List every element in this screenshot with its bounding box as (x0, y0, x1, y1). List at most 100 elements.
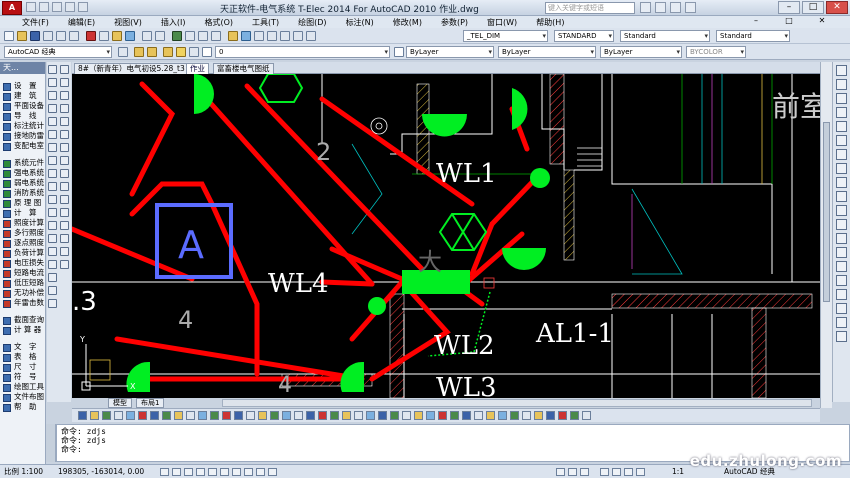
toolbar-icon-2[interactable] (90, 411, 99, 420)
menu-item-wires[interactable]: 导 线 (0, 111, 45, 121)
menu-item-system-elements[interactable]: 系统元件 (0, 158, 45, 168)
toolbar-icon-38[interactable] (522, 411, 531, 420)
menu-item-table[interactable]: 表 格 (0, 352, 45, 362)
match-properties-icon[interactable] (125, 31, 135, 41)
annotation-scale[interactable]: 1:1 (672, 465, 684, 478)
menu-item-load-calc[interactable]: 负荷计算 (0, 248, 45, 258)
showmotion-icon[interactable] (636, 468, 645, 476)
move-tool-icon[interactable] (60, 130, 69, 139)
mirror-tool-icon[interactable] (60, 91, 69, 100)
otrack-icon[interactable] (220, 468, 229, 476)
zoom-window-icon[interactable] (198, 31, 208, 41)
tab-layout1[interactable]: 布局1 (136, 398, 165, 408)
help-icon[interactable] (306, 31, 316, 41)
menu-item-section-query[interactable]: 截面查询 (0, 315, 45, 325)
menu-item-annotation[interactable]: 标注统计 (0, 121, 45, 131)
publish-icon[interactable] (69, 31, 79, 41)
dim-style-select[interactable]: STANDARD (554, 30, 614, 42)
osnap-endpoint-icon[interactable] (836, 65, 847, 76)
toolbar-icon-17[interactable] (270, 411, 279, 420)
revcloud-tool-icon[interactable] (48, 156, 57, 165)
zoom-status-icon[interactable] (612, 468, 621, 476)
redo-icon[interactable] (155, 31, 165, 41)
layer-on-icon[interactable] (163, 47, 173, 57)
from-icon[interactable] (836, 289, 847, 300)
menu-item-reactive-comp[interactable]: 无功补偿 (0, 288, 45, 298)
chamfer-tool-icon[interactable] (60, 234, 69, 243)
menu-dimension[interactable]: 标注(N) (346, 17, 374, 28)
ducs-icon[interactable] (232, 468, 241, 476)
toolbar-icon-43[interactable] (582, 411, 591, 420)
point-filter-icon[interactable] (836, 317, 847, 328)
osnap-none-icon[interactable] (836, 247, 847, 258)
toolbar-icon-30[interactable] (426, 411, 435, 420)
quick-view-drawings-icon[interactable] (580, 468, 589, 476)
menu-item-help[interactable]: 帮 助 (0, 402, 45, 412)
text-style-select[interactable]: _TEL_DIM (463, 30, 548, 42)
rectangle-tool-icon[interactable] (48, 117, 57, 126)
menu-draw[interactable]: 绘图(D) (298, 17, 326, 28)
menu-item-grounding[interactable]: 接地防雷 (0, 131, 45, 141)
toolbar-icon-8[interactable] (162, 411, 171, 420)
menu-modify[interactable]: 修改(M) (393, 17, 422, 28)
mtext-tool-icon[interactable] (48, 299, 57, 308)
menu-item-lightning-strikes[interactable]: 年雷击数 (0, 298, 45, 308)
menu-item-point-illuminance[interactable]: 逐点照度 (0, 238, 45, 248)
join-tool-icon[interactable] (60, 221, 69, 230)
toolbar-icon-36[interactable] (498, 411, 507, 420)
menu-item-building[interactable]: 建 筑 (0, 91, 45, 101)
toolbar-icon-41[interactable] (558, 411, 567, 420)
toolbar-icon-23[interactable] (342, 411, 351, 420)
zoom-previous-icon[interactable] (211, 31, 221, 41)
circle-tool-icon[interactable] (48, 143, 57, 152)
new-icon[interactable] (4, 31, 14, 41)
menu-item-drawing-tools[interactable]: 绘图工具 (0, 382, 45, 392)
toolbar-icon-32[interactable] (450, 411, 459, 420)
design-center-icon[interactable] (241, 31, 251, 41)
save-icon[interactable] (52, 2, 62, 12)
osnap-midpoint-icon[interactable] (836, 79, 847, 90)
layer-properties-icon[interactable] (134, 47, 144, 57)
help-icon[interactable] (685, 2, 696, 13)
trim-tool-icon[interactable] (60, 182, 69, 191)
toolbar-icon-19[interactable] (294, 411, 303, 420)
menu-item-weak-system[interactable]: 弱电系统 (0, 178, 45, 188)
osnap-node-icon[interactable] (836, 219, 847, 230)
open-file-icon[interactable] (39, 2, 49, 12)
menu-item-lv-short-circuit[interactable]: 低压短路 (0, 278, 45, 288)
toolbar-icon-39[interactable] (534, 411, 543, 420)
menu-item-multi-illuminance[interactable]: 多行照度 (0, 228, 45, 238)
erase-tool-icon[interactable] (60, 65, 69, 74)
redo-icon[interactable] (78, 2, 88, 12)
fillet-tool-icon[interactable] (60, 247, 69, 256)
toolbar-icon-3[interactable] (102, 411, 111, 420)
line-tool-icon[interactable] (48, 65, 57, 74)
menu-format[interactable]: 格式(O) (204, 17, 233, 28)
doc-minimize-icon[interactable]: – (751, 16, 761, 26)
osnap-intersection-icon[interactable] (836, 93, 847, 104)
toolbar-icon-25[interactable] (366, 411, 375, 420)
construction-line-icon[interactable] (48, 78, 57, 87)
osnap-settings-icon[interactable] (836, 261, 847, 272)
osnap-insert-icon[interactable] (836, 205, 847, 216)
copy-tool-icon[interactable] (60, 78, 69, 87)
workspace-settings-icon[interactable] (118, 47, 128, 57)
osnap-icon[interactable] (208, 468, 217, 476)
toolbar-icon-18[interactable] (282, 411, 291, 420)
insert-block-icon[interactable] (48, 208, 57, 217)
vertical-scrollbar[interactable] (820, 62, 832, 408)
snap-icon[interactable] (160, 468, 169, 476)
plot-style-select[interactable]: BYCOLOR (686, 46, 746, 58)
toolbar-icon-27[interactable] (390, 411, 399, 420)
tab-document-3[interactable]: 富畜楼电气图纸 (213, 63, 274, 74)
toolbar-icon-35[interactable] (486, 411, 495, 420)
osnap-nearest-icon[interactable] (836, 233, 847, 244)
menu-item-calculator[interactable]: 计 算 器 (0, 325, 45, 335)
menu-item-voltage-loss[interactable]: 电压损失 (0, 258, 45, 268)
command-line-handle[interactable] (46, 424, 56, 462)
workspace-select[interactable]: AutoCAD 经典 (4, 46, 112, 58)
point-tool-icon[interactable] (48, 234, 57, 243)
menu-item-calculation[interactable]: 计 算 (0, 208, 45, 218)
scale-tool-icon[interactable] (60, 156, 69, 165)
osnap-tangent-icon[interactable] (836, 163, 847, 174)
